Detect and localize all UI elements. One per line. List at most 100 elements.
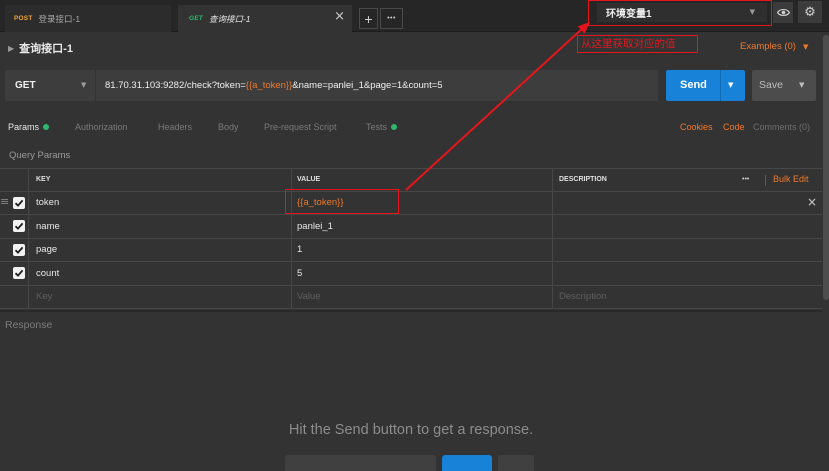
tab-label: Body [218, 122, 239, 132]
tab-query-request[interactable]: GET 查询接口-1 × [178, 5, 352, 32]
param-key-cell [28, 285, 291, 308]
indicator-dot [391, 124, 398, 130]
send-label: Send [680, 79, 707, 91]
table-row-new [0, 285, 822, 309]
tab-login-request[interactable]: POST 登录接口-1 [5, 5, 171, 32]
tab-headers[interactable]: Headers [158, 122, 192, 132]
param-key[interactable]: count [28, 262, 291, 285]
table-row: count 5 [0, 262, 822, 286]
param-description[interactable]: × [552, 191, 822, 214]
column-header-value: VALUE [291, 169, 552, 191]
annotation-highlight-environment [588, 0, 772, 26]
drag-handle-icon[interactable]: ≡ [0, 195, 9, 208]
method-select[interactable]: GET ▼ [5, 70, 95, 101]
response-illustration-bar [498, 455, 534, 471]
close-icon[interactable]: × [807, 195, 817, 209]
manage-environments-button[interactable]: ⚙ [798, 1, 822, 23]
url-text: &name=panlei_1&page=1&count=5 [292, 80, 443, 91]
tab-pre-request-script[interactable]: Pre-request Script [264, 122, 337, 132]
param-key[interactable]: name [28, 215, 291, 238]
pane-divider[interactable] [0, 310, 822, 312]
more-tabs-button[interactable]: ••• [380, 8, 403, 29]
section-title: Query Params [9, 150, 71, 161]
table-row: ≡ token {{a_token}} × [0, 191, 822, 215]
url-input[interactable]: 81.70.31.103:9282/check?token={{a_token}… [96, 70, 658, 101]
caret-down-icon: ▼ [81, 81, 87, 89]
gear-icon: ⚙ [804, 4, 816, 20]
table-header-row: KEY VALUE DESCRIPTION ••• Bulk Edit [0, 168, 822, 192]
caret-right-icon: ▶ [8, 43, 15, 53]
new-value-input[interactable] [297, 291, 537, 303]
param-value[interactable]: panlei_1 [291, 215, 552, 238]
tab-label: Headers [158, 122, 193, 132]
response-title: Response [5, 319, 53, 331]
checkbox-checked-icon[interactable] [13, 196, 25, 209]
tab-method-badge: GET [189, 15, 203, 22]
param-key[interactable]: token [28, 191, 291, 214]
table-row: page 1 [0, 238, 822, 262]
bulk-edit-link[interactable]: Bulk Edit [773, 174, 809, 184]
more-options-button[interactable]: ••• [742, 176, 749, 183]
tab-method-badge: POST [14, 15, 33, 22]
checkbox-checked-icon[interactable] [13, 243, 25, 256]
cookies-link[interactable]: Cookies [680, 122, 713, 132]
annotation-highlight-token-value [285, 189, 399, 214]
row-select-cell [0, 215, 28, 238]
column-header-description-cell: DESCRIPTION ••• Bulk Edit [552, 169, 822, 191]
tab-label: Authorization [75, 122, 128, 132]
send-button[interactable]: Send ▼ [666, 70, 745, 101]
response-illustration-bar [442, 455, 492, 471]
request-name: 查询接口-1 [19, 43, 73, 55]
checkbox-checked-icon[interactable] [13, 220, 25, 233]
tab-params[interactable]: Params [8, 122, 50, 132]
param-key[interactable]: page [28, 238, 291, 261]
tab-label: Params [8, 122, 40, 132]
annotation-note: 从这里获取对应的值 [577, 35, 698, 53]
param-value[interactable]: 5 [291, 262, 552, 285]
param-description[interactable] [552, 215, 822, 238]
param-description-cell [552, 285, 822, 308]
table-header-cell [0, 169, 28, 191]
save-label: Save [759, 79, 783, 91]
tab-tests[interactable]: Tests [366, 122, 398, 132]
param-description[interactable] [552, 262, 822, 285]
param-value-cell [291, 285, 552, 308]
examples-label: Examples (0) [740, 41, 796, 52]
url-text: 81.70.31.103:9282/check?token= [105, 80, 246, 91]
caret-down-icon[interactable]: ▼ [799, 81, 804, 89]
tab-label: Pre-request Script [264, 122, 337, 132]
param-description[interactable] [552, 238, 822, 261]
environment-quick-look-button[interactable] [773, 2, 793, 23]
tab-authorization[interactable]: Authorization [75, 122, 128, 132]
request-title[interactable]: ▶ 查询接口-1 [8, 40, 73, 56]
divider [720, 70, 721, 101]
new-key-input[interactable] [36, 291, 276, 303]
caret-down-icon: ▼ [802, 42, 809, 51]
close-icon[interactable]: × [334, 10, 345, 24]
tab-body[interactable]: Body [218, 122, 239, 132]
row-select-cell [0, 239, 28, 262]
checkbox-checked-icon[interactable] [13, 267, 25, 280]
caret-down-icon[interactable]: ▼ [728, 81, 733, 89]
url-variable: {{a_token}} [245, 80, 293, 91]
code-link[interactable]: Code [723, 122, 745, 132]
param-value[interactable]: 1 [291, 238, 552, 261]
tab-title: 查询接口-1 [208, 13, 251, 24]
table-row: name panlei_1 [0, 215, 822, 239]
scrollbar[interactable] [823, 35, 829, 300]
tab-title: 登录接口-1 [38, 13, 81, 24]
column-header-key: KEY [28, 169, 291, 191]
column-header-description: DESCRIPTION [559, 176, 607, 184]
row-select-cell [0, 286, 28, 309]
method-label: GET [15, 80, 36, 91]
tab-label: Tests [366, 122, 388, 132]
row-select-cell: ≡ [0, 192, 28, 215]
save-button[interactable]: Save ▼ [752, 70, 816, 101]
response-illustration-bar [285, 455, 436, 471]
comments-link[interactable]: Comments (0) [753, 122, 810, 132]
new-tab-button[interactable]: + [359, 8, 378, 29]
divider [765, 175, 766, 186]
examples-dropdown[interactable]: Examples (0) ▼ [740, 41, 808, 52]
new-description-input[interactable] [559, 291, 799, 303]
response-empty-hint: Hit the Send button to get a response. [288, 422, 534, 438]
